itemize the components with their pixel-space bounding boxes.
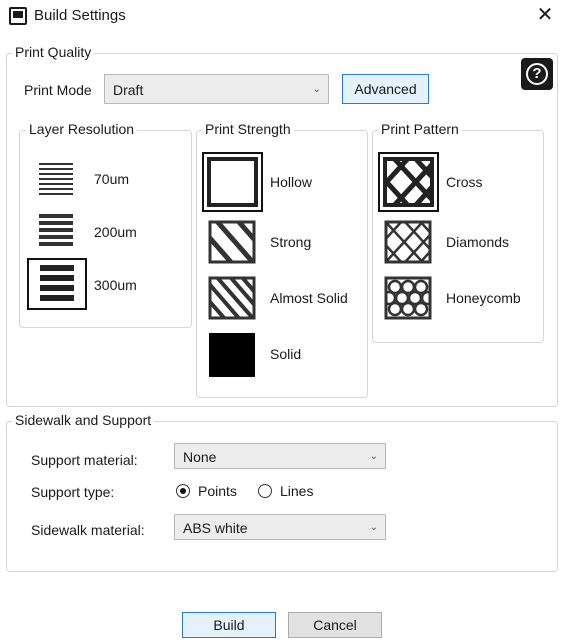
print-strength-legend: Print Strength [202,121,294,137]
diamonds-pattern-icon [384,220,432,264]
strength-option-label: Hollow [270,174,313,190]
strength-option-almost-solid[interactable]: Almost Solid [202,270,362,326]
pattern-option-label: Cross [446,174,483,190]
print-mode-value: Draft [113,82,144,98]
support-type-label: Support type: [31,484,115,500]
layer-200um-thumb [30,205,82,257]
layer-option-label: 70um [94,171,130,187]
strength-option-label: Strong [270,234,312,250]
chevron-down-icon: ⌄ [369,522,378,533]
print-quality-legend: Print Quality [12,44,95,60]
pattern-option-label: Diamonds [446,234,510,250]
support-material-label: Support material: [31,452,138,468]
strength-solid-thumb [202,326,262,382]
window-title: Build Settings [34,7,126,24]
help-glyph: ? [526,63,548,85]
layer-70um-thumb [30,152,82,204]
print-mode-select[interactable]: Draft ⌄ [104,74,329,104]
pattern-diamonds-thumb [378,214,438,270]
strength-strong-thumb [202,214,262,270]
sidewalk-material-select[interactable]: ABS white ⌄ [174,514,386,540]
strength-option-label: Almost Solid [270,290,348,306]
layer-option-200um[interactable]: 200um [26,205,186,257]
pattern-option-honeycomb[interactable]: Honeycomb [378,270,538,326]
layer-option-70um[interactable]: 70um [26,152,186,204]
layer-lines-icon [39,163,73,195]
close-icon[interactable]: ✕ [536,4,554,26]
strength-option-label: Solid [270,346,302,362]
pattern-honeycomb-thumb [378,270,438,326]
chevron-down-icon: ⌄ [312,84,321,95]
sidewalk-support-legend: Sidewalk and Support [12,412,155,428]
layer-option-300um[interactable]: 300um [26,258,186,310]
support-type-points-label[interactable]: Points [198,483,237,499]
support-type-lines-radio[interactable] [258,484,272,498]
chevron-down-icon: ⌄ [369,451,378,462]
strength-option-strong[interactable]: Strong [202,214,362,270]
pattern-option-label: Honeycomb [446,290,521,306]
strength-almost-solid-thumb [202,270,262,326]
support-material-select[interactable]: None ⌄ [174,443,386,469]
solid-square-icon [209,333,255,377]
pattern-cross-thumb-selected [378,152,439,212]
layer-300um-thumb-selected [27,258,87,310]
strength-option-solid[interactable]: Solid [202,326,362,382]
build-button[interactable]: Build [182,612,276,638]
print-mode-label: Print Mode [24,82,92,98]
dense-diagonal-lines-icon [208,276,256,320]
cross-pattern-icon [383,157,434,207]
cancel-button[interactable]: Cancel [288,612,382,638]
layer-option-label: 200um [94,224,137,240]
pattern-option-cross[interactable]: Cross [378,152,538,212]
pattern-option-diamonds[interactable]: Diamonds [378,214,538,270]
layer-lines-icon [39,214,73,246]
support-type-lines-label[interactable]: Lines [280,483,313,499]
layer-lines-icon [40,265,74,301]
strength-hollow-thumb-selected [202,152,263,212]
layer-resolution-legend: Layer Resolution [26,121,138,137]
help-icon[interactable]: ? [521,58,553,90]
diagonal-lines-icon [208,220,256,264]
advanced-button[interactable]: Advanced [342,74,429,104]
layer-option-label: 300um [94,277,137,293]
support-material-value: None [183,449,217,465]
sidewalk-material-value: ABS white [183,520,248,536]
support-type-points-radio[interactable] [176,484,190,498]
hollow-square-icon [207,157,258,207]
print-pattern-legend: Print Pattern [378,121,462,137]
window-icon [9,7,27,25]
sidewalk-material-label: Sidewalk material: [31,522,145,538]
honeycomb-pattern-icon [384,276,432,320]
strength-option-hollow[interactable]: Hollow [202,152,362,212]
